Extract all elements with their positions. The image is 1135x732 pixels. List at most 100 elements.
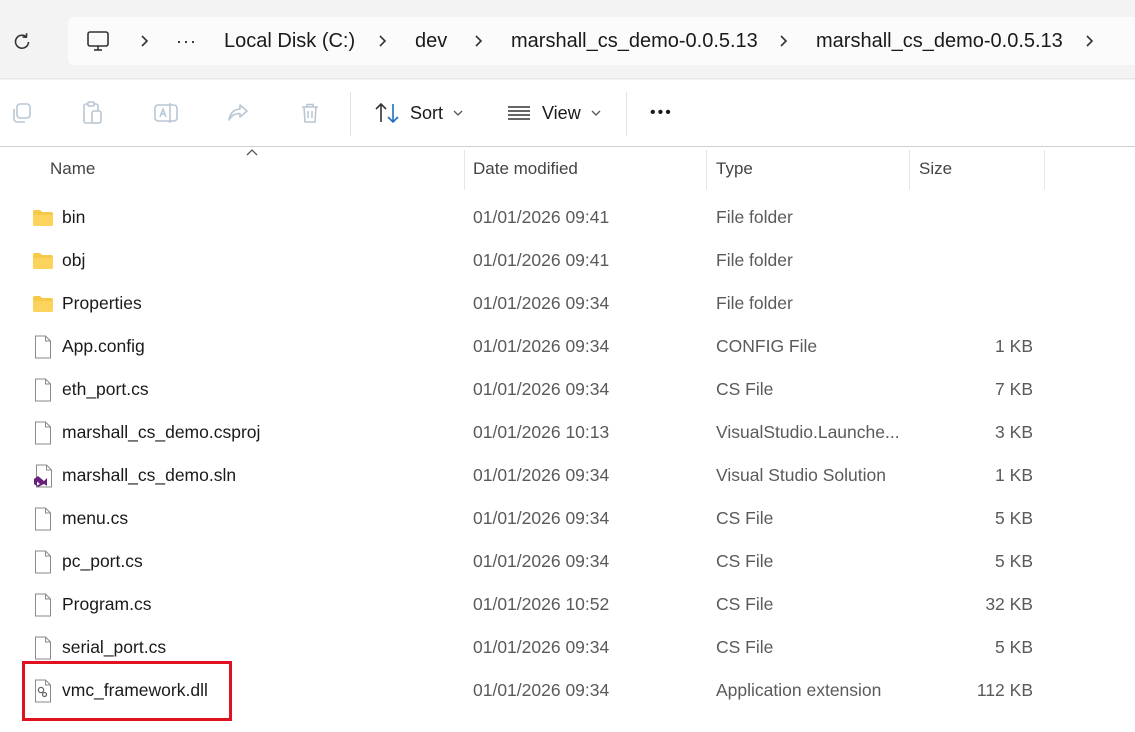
sort-icon bbox=[375, 102, 399, 124]
column-resize-handle[interactable] bbox=[464, 150, 465, 190]
column-resize-handle[interactable] bbox=[1044, 150, 1045, 190]
file-type: File folder bbox=[716, 250, 793, 270]
file-size bbox=[900, 196, 1033, 239]
breadcrumb-separator[interactable] bbox=[138, 17, 152, 65]
this-pc-button[interactable] bbox=[86, 17, 110, 65]
file-date-modified: 01/01/2026 09:34 bbox=[473, 680, 610, 700]
file-row[interactable]: obj 01/01/2026 09:41 File folder bbox=[0, 239, 1135, 282]
delete-button[interactable] bbox=[297, 100, 323, 126]
file-type: Visual Studio Solution bbox=[716, 465, 886, 485]
file-type: CS File bbox=[716, 594, 774, 614]
breadcrumb-project-current[interactable]: marshall_cs_demo-0.0.5.13 bbox=[816, 17, 1063, 65]
address-bar[interactable]: ··· Local Disk (C:) dev marshall_cs_demo… bbox=[68, 17, 1135, 65]
file-row[interactable]: App.config 01/01/2026 09:34 CONFIG File 1 K… bbox=[0, 325, 1135, 368]
share-icon bbox=[228, 104, 248, 121]
file-row[interactable]: Properties 01/01/2026 09:34 File folder bbox=[0, 282, 1135, 325]
file-type: CS File bbox=[716, 508, 774, 528]
column-header-size[interactable]: Size bbox=[919, 148, 1039, 190]
file-icon bbox=[32, 368, 54, 411]
divider bbox=[0, 146, 1135, 147]
file-name: App.config bbox=[62, 336, 145, 356]
column-resize-handle[interactable] bbox=[909, 150, 910, 190]
breadcrumb-separator[interactable] bbox=[1083, 17, 1097, 65]
file-size bbox=[900, 239, 1033, 282]
file-row[interactable]: menu.cs 01/01/2026 09:34 CS File 5 KB bbox=[0, 497, 1135, 540]
file-row[interactable]: eth_port.cs 01/01/2026 09:34 CS File 7 KB bbox=[0, 368, 1135, 411]
file-row[interactable]: marshall_cs_demo.sln 01/01/2026 09:34 Visu… bbox=[0, 454, 1135, 497]
file-name: obj bbox=[62, 250, 86, 270]
highlight-annotation bbox=[22, 661, 232, 721]
folder-icon bbox=[32, 196, 54, 239]
toolbar-divider bbox=[626, 92, 627, 136]
file-type: VisualStudio.Launche... bbox=[716, 422, 900, 442]
file-size: 1 KB bbox=[995, 465, 1033, 485]
file-icon bbox=[32, 411, 54, 454]
breadcrumb-project-parent[interactable]: marshall_cs_demo-0.0.5.13 bbox=[511, 17, 758, 65]
file-date-modified: 01/01/2026 09:34 bbox=[473, 551, 610, 571]
file-date-modified: 01/01/2026 09:34 bbox=[473, 336, 610, 356]
chevron-right-icon bbox=[780, 35, 788, 47]
view-button[interactable]: View bbox=[506, 100, 601, 126]
copy-button[interactable] bbox=[9, 100, 35, 126]
more-icon: ••• bbox=[650, 104, 673, 121]
file-row[interactable]: marshall_cs_demo.csproj 01/01/2026 10:13 V… bbox=[0, 411, 1135, 454]
refresh-button[interactable] bbox=[8, 28, 36, 56]
file-row[interactable]: pc_port.cs 01/01/2026 09:34 CS File 5 KB bbox=[0, 540, 1135, 583]
file-row[interactable]: Program.cs 01/01/2026 10:52 CS File 32 KB bbox=[0, 583, 1135, 626]
monitor-icon bbox=[87, 31, 109, 51]
file-date-modified: 01/01/2026 10:52 bbox=[473, 594, 610, 614]
file-type: CS File bbox=[716, 379, 774, 399]
file-row[interactable]: bin 01/01/2026 09:41 File folder bbox=[0, 196, 1135, 239]
sort-button[interactable]: Sort bbox=[374, 100, 463, 126]
file-icon bbox=[32, 540, 54, 583]
chevron-right-icon bbox=[475, 35, 483, 47]
breadcrumb-dev[interactable]: dev bbox=[415, 17, 447, 65]
file-size: 32 KB bbox=[985, 594, 1033, 614]
file-icon bbox=[32, 497, 54, 540]
file-size: 5 KB bbox=[995, 637, 1033, 657]
breadcrumb-separator[interactable] bbox=[472, 17, 486, 65]
rename-icon bbox=[154, 103, 178, 123]
file-type: File folder bbox=[716, 293, 793, 313]
chevron-right-icon bbox=[379, 35, 387, 47]
paste-button[interactable] bbox=[80, 100, 106, 126]
file-date-modified: 01/01/2026 09:34 bbox=[473, 465, 610, 485]
divider bbox=[0, 78, 1135, 79]
view-list-icon bbox=[508, 106, 530, 120]
breadcrumb-separator[interactable] bbox=[376, 17, 390, 65]
column-headers: Name Date modified Type Size bbox=[0, 148, 1135, 190]
chevron-down-icon bbox=[453, 110, 463, 116]
file-date-modified: 01/01/2026 09:34 bbox=[473, 379, 610, 399]
file-type: CONFIG File bbox=[716, 336, 818, 356]
file-date-modified: 01/01/2026 09:34 bbox=[473, 293, 610, 313]
breadcrumb-separator[interactable] bbox=[777, 17, 791, 65]
file-size: 112 KB bbox=[976, 680, 1033, 700]
more-options-button[interactable]: ••• bbox=[650, 100, 673, 126]
column-header-type[interactable]: Type bbox=[716, 148, 906, 190]
file-type: CS File bbox=[716, 551, 774, 571]
rename-button[interactable] bbox=[153, 100, 179, 126]
file-date-modified: 01/01/2026 09:41 bbox=[473, 250, 610, 270]
chevron-right-icon bbox=[141, 35, 149, 47]
file-name: bin bbox=[62, 207, 86, 227]
clipboard-icon bbox=[83, 101, 102, 124]
file-size bbox=[900, 282, 1033, 325]
file-date-modified: 01/01/2026 09:41 bbox=[473, 207, 610, 227]
file-name: menu.cs bbox=[62, 508, 129, 528]
file-icon bbox=[32, 325, 54, 368]
file-icon bbox=[32, 583, 54, 626]
breadcrumb-local-disk[interactable]: Local Disk (C:) bbox=[224, 17, 355, 65]
column-header-date[interactable]: Date modified bbox=[473, 148, 703, 190]
share-button[interactable] bbox=[225, 100, 251, 126]
file-size: 3 KB bbox=[995, 422, 1033, 442]
toolbar-divider bbox=[350, 92, 351, 136]
folder-icon bbox=[32, 239, 54, 282]
visual-studio-solution-icon bbox=[32, 454, 54, 497]
column-resize-handle[interactable] bbox=[706, 150, 707, 190]
column-header-name[interactable]: Name bbox=[50, 148, 460, 190]
breadcrumb-overflow-button[interactable]: ··· bbox=[176, 17, 197, 65]
file-name: pc_port.cs bbox=[62, 551, 143, 571]
file-name: Program.cs bbox=[62, 594, 152, 614]
file-date-modified: 01/01/2026 09:34 bbox=[473, 508, 610, 528]
chevron-down-icon bbox=[591, 110, 601, 116]
